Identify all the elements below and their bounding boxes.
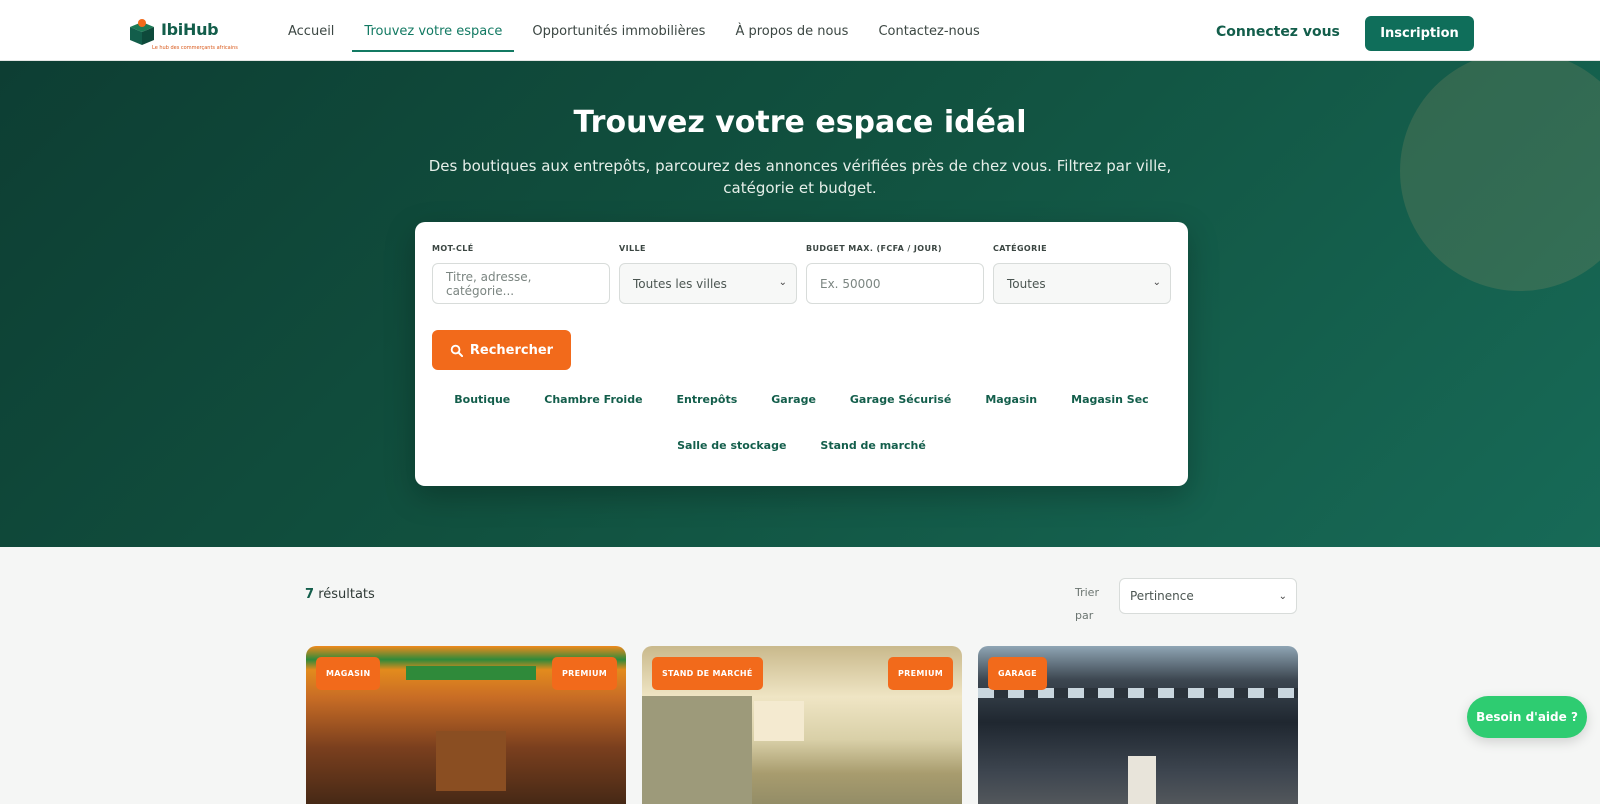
category-select[interactable]: Toutes ⌄ bbox=[993, 263, 1171, 304]
results-suffix: résultats bbox=[318, 587, 375, 602]
results-count: 7 résultats bbox=[305, 587, 375, 602]
login-link[interactable]: Connectez vous bbox=[1216, 24, 1340, 40]
category-chip[interactable]: Entrepôts bbox=[660, 387, 755, 412]
category-row: Boutique Chambre Froide Entrepôts Garage… bbox=[415, 387, 1188, 412]
sort-label: Trier par bbox=[1075, 586, 1099, 622]
category-row: Salle de stockage Stand de marché bbox=[415, 433, 1188, 458]
premium-badge: PREMIUM bbox=[888, 657, 953, 690]
search-button[interactable]: Rechercher bbox=[432, 330, 571, 370]
help-button[interactable]: Besoin d'aide ? bbox=[1467, 696, 1587, 738]
doorway-image bbox=[754, 701, 804, 741]
premium-badge: PREMIUM bbox=[552, 657, 617, 690]
city-field: VILLE Toutes les villes ⌄ bbox=[619, 244, 797, 304]
market-awning-image bbox=[406, 666, 536, 680]
category-label: CATÉGORIE bbox=[993, 244, 1047, 253]
city-select[interactable]: Toutes les villes ⌄ bbox=[619, 263, 797, 304]
search-button-label: Rechercher bbox=[469, 342, 554, 358]
category-select-value: Toutes bbox=[1007, 276, 1046, 291]
market-stall-image bbox=[436, 731, 506, 791]
category-chip[interactable]: Boutique bbox=[437, 387, 527, 412]
category-badge: MAGASIN bbox=[316, 657, 381, 690]
hero-subtitle: Des boutiques aux entrepôts, parcourez d… bbox=[428, 157, 1172, 197]
category-chip[interactable]: Garage bbox=[754, 387, 833, 412]
page-title: Trouvez votre espace idéal bbox=[573, 105, 1027, 140]
decorative-circle bbox=[1400, 61, 1600, 291]
category-field: CATÉGORIE Toutes ⌄ bbox=[993, 244, 1171, 304]
keyword-input[interactable]: Titre, adresse, catégorie... bbox=[432, 263, 610, 304]
keyword-label: MOT-CLÉ bbox=[432, 244, 474, 253]
main-nav: Accueil Trouvez votre espace Opportunité… bbox=[276, 0, 998, 61]
search-form: MOT-CLÉ Titre, adresse, catégorie... VIL… bbox=[415, 222, 1188, 486]
chevron-down-icon: ⌄ bbox=[778, 277, 787, 288]
budget-field: BUDGET MAX. (FCFA / JOUR) Ex. 50000 bbox=[806, 244, 984, 304]
sort-select-value: Pertinence bbox=[1130, 589, 1194, 603]
roller-shutter-image bbox=[642, 696, 752, 804]
category-chip[interactable]: Garage Sécurisé bbox=[833, 387, 968, 412]
chevron-down-icon: ⌄ bbox=[1278, 591, 1287, 602]
category-chip[interactable]: Magasin bbox=[968, 387, 1054, 412]
site-header: IbiHub Le hub des commerçants africains … bbox=[0, 0, 1600, 61]
chevron-down-icon: ⌄ bbox=[1152, 277, 1161, 288]
budget-input[interactable]: Ex. 50000 bbox=[806, 263, 984, 304]
category-badge: GARAGE bbox=[988, 657, 1047, 690]
signup-button[interactable]: Inscription bbox=[1365, 16, 1474, 51]
nav-contact[interactable]: Contactez-nous bbox=[866, 0, 991, 61]
city-select-value: Toutes les villes bbox=[633, 276, 727, 291]
listing-card[interactable]: GARAGE bbox=[978, 646, 1298, 804]
nav-a-propos[interactable]: À propos de nous bbox=[723, 0, 860, 61]
logo-text: IbiHub bbox=[161, 20, 219, 39]
listing-card[interactable]: STAND DE MARCHÉ PREMIUM bbox=[642, 646, 962, 804]
logo[interactable]: IbiHub Le hub des commerçants africains bbox=[128, 14, 238, 54]
category-badge: STAND DE MARCHÉ bbox=[652, 657, 763, 690]
warehouse-door-image bbox=[1128, 756, 1156, 804]
nav-accueil[interactable]: Accueil bbox=[276, 0, 346, 61]
category-chip[interactable]: Chambre Froide bbox=[527, 387, 659, 412]
quick-categories: Boutique Chambre Froide Entrepôts Garage… bbox=[415, 387, 1188, 458]
search-icon bbox=[450, 344, 463, 357]
category-chip[interactable]: Stand de marché bbox=[803, 433, 942, 458]
keyword-field: MOT-CLÉ Titre, adresse, catégorie... bbox=[432, 244, 610, 304]
city-label: VILLE bbox=[619, 244, 646, 253]
box-logo-icon bbox=[130, 19, 154, 45]
sort-select[interactable]: Pertinence ⌄ bbox=[1119, 578, 1297, 614]
results-number: 7 bbox=[305, 587, 315, 602]
category-chip[interactable]: Salle de stockage bbox=[660, 433, 803, 458]
logo-tagline: Le hub des commerçants africains bbox=[152, 45, 238, 51]
budget-label: BUDGET MAX. (FCFA / JOUR) bbox=[806, 244, 942, 253]
listing-card[interactable]: MAGASIN PREMIUM bbox=[306, 646, 626, 804]
nav-trouvez-votre-espace[interactable]: Trouvez votre espace bbox=[352, 0, 515, 61]
hero-section: Trouvez votre espace idéal Des boutiques… bbox=[0, 61, 1600, 547]
category-chip[interactable]: Magasin Sec bbox=[1054, 387, 1166, 412]
nav-opportunites-immobilieres[interactable]: Opportunités immobilières bbox=[520, 0, 717, 61]
